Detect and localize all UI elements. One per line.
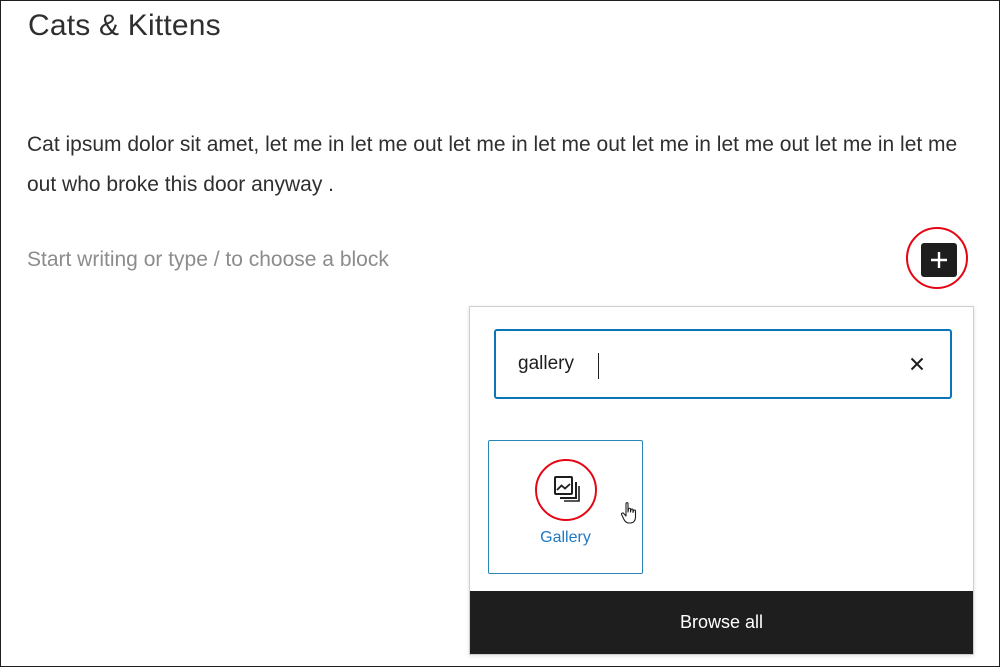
- block-type-gallery[interactable]: Gallery: [488, 440, 643, 574]
- paragraph-block[interactable]: Cat ipsum dolor sit amet, let me in let …: [27, 125, 967, 205]
- gallery-icon: [554, 476, 580, 502]
- block-search-input[interactable]: [518, 353, 848, 375]
- block-search: [494, 329, 952, 399]
- plus-icon: [931, 252, 947, 268]
- hand-pointer-icon: [620, 502, 637, 524]
- text-caret: [598, 353, 599, 379]
- block-inserter-popover: Gallery Browse all: [469, 306, 974, 655]
- empty-block-placeholder[interactable]: Start writing or type / to choose a bloc…: [27, 248, 389, 272]
- close-icon: [910, 357, 924, 371]
- browse-all-button[interactable]: Browse all: [470, 591, 973, 654]
- block-inserter-toggle[interactable]: [921, 243, 957, 277]
- block-type-label: Gallery: [540, 529, 591, 546]
- clear-search-button[interactable]: [904, 351, 930, 377]
- editor-canvas: Cats & Kittens Cat ipsum dolor sit amet,…: [0, 0, 1000, 667]
- post-title[interactable]: Cats & Kittens: [28, 9, 221, 43]
